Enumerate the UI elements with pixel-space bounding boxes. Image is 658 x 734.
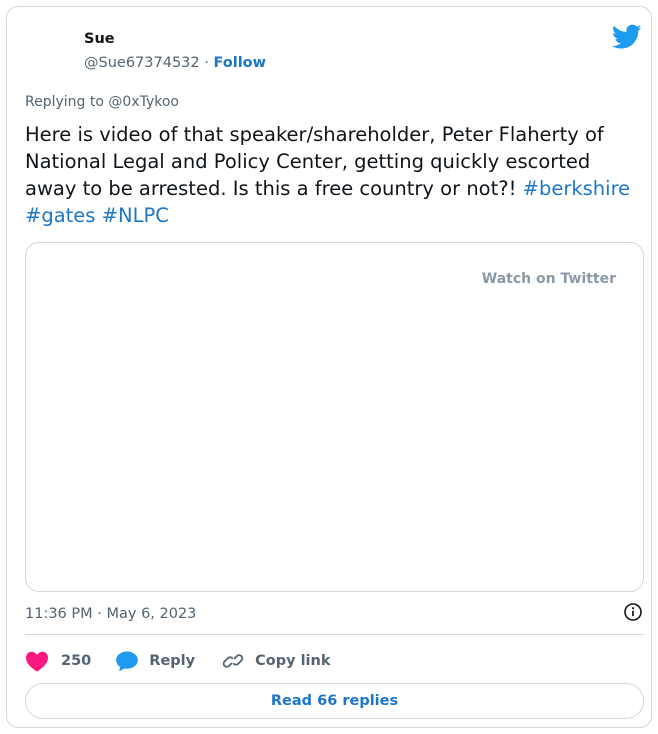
info-icon[interactable] (623, 602, 643, 622)
like-button[interactable]: 250 (25, 650, 91, 672)
watch-on-twitter-link[interactable]: Watch on Twitter (482, 271, 616, 287)
hashtag-link[interactable]: #gates (25, 204, 95, 227)
tweet-timestamp[interactable]: 11:36 PM · May 6, 2023 (25, 604, 196, 624)
author-block: Sue @Sue67374532 · Follow (84, 30, 266, 72)
tweet-text: Here is video of that speaker/shareholde… (25, 121, 640, 229)
like-count: 250 (61, 653, 92, 669)
reply-button[interactable]: Reply (115, 650, 195, 672)
author-handle[interactable]: @Sue67374532 (84, 55, 200, 71)
author-meta: @Sue67374532 · Follow (84, 54, 266, 72)
tweet-actions: 250 Reply Copy link (25, 648, 330, 674)
heart-icon (26, 651, 48, 672)
follow-link[interactable]: Follow (213, 55, 266, 71)
author-name[interactable]: Sue (84, 30, 266, 48)
copy-link-button[interactable]: Copy link (221, 650, 330, 672)
tweet-body: Here is video of that speaker/shareholde… (25, 123, 604, 200)
hashtag-link[interactable]: #berkshire (523, 177, 631, 200)
divider (25, 634, 644, 635)
twitter-bird-icon[interactable] (612, 24, 642, 50)
replying-to-label: Replying to @0xTykoo (25, 94, 179, 110)
meta-separator: · (199, 55, 214, 71)
read-replies-button[interactable]: Read 66 replies (25, 683, 644, 719)
video-embed[interactable]: Watch on Twitter (25, 242, 644, 592)
hashtag-link[interactable]: #NLPC (102, 204, 169, 227)
reply-bubble-icon (116, 651, 139, 672)
copy-link-label: Copy link (255, 653, 331, 669)
reply-label: Reply (149, 653, 196, 669)
link-icon (222, 654, 244, 668)
